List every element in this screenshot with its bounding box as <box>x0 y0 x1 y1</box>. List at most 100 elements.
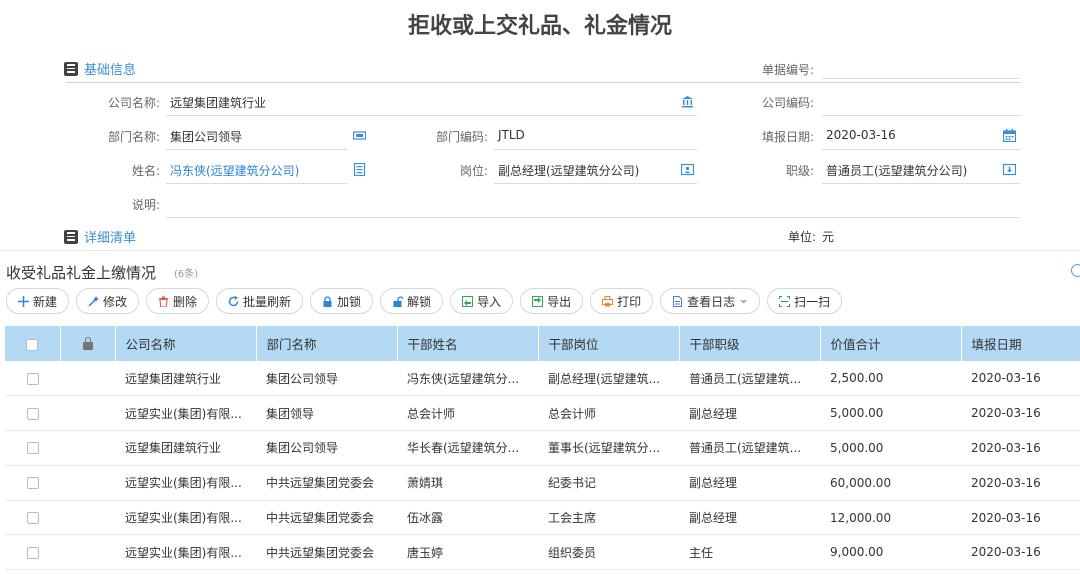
table-cell: 2020-03-16 <box>961 430 1080 466</box>
list-title: 收受礼品礼金上缴情况 <box>6 264 157 282</box>
export-icon <box>532 295 544 307</box>
table-cell: 远望实业(集团)有限... <box>115 465 256 501</box>
person-name-underline <box>166 183 347 184</box>
lock-icon <box>323 295 332 307</box>
page-title: 拒收或上交礼品、礼金情况 <box>407 14 672 39</box>
scan-button[interactable]: 扫一扫 <box>767 288 843 314</box>
row-lock-cell <box>60 465 115 501</box>
rank-picker-icon[interactable] <box>1003 163 1016 176</box>
column-header[interactable]: 干部姓名 <box>397 326 539 361</box>
table-cell: 2020-03-16 <box>961 361 1080 397</box>
list-icon <box>64 229 78 244</box>
unlock-button[interactable]: 解锁 <box>380 288 444 314</box>
doc-no-field[interactable] <box>822 78 1020 79</box>
column-header[interactable]: 部门名称 <box>256 326 398 361</box>
view-log-button[interactable]: 查看日志 <box>660 288 761 314</box>
dept-name-value[interactable]: 集团公司领导 <box>170 128 242 145</box>
remark-label: 说明: <box>131 198 160 212</box>
table-cell: 集团公司领导 <box>256 361 397 397</box>
list-icon <box>64 61 78 76</box>
table-cell: 12,000.00 <box>820 500 961 536</box>
table-row[interactable]: 远望集团建筑行业 集团公司领导 冯东侠(远望建筑分... 副总经理(远望建筑... 普通… <box>5 361 1080 397</box>
bank-icon[interactable] <box>681 95 694 108</box>
row-checkbox[interactable] <box>5 430 60 466</box>
table-row[interactable]: 远望实业(集团)有限... 中共远望集团党委会 伍冰露 工会主席 副总经理 12,000.… <box>5 500 1080 536</box>
edit-button-label: 修改 <box>103 294 128 309</box>
print-button[interactable]: 打印 <box>590 288 654 314</box>
person-name-label: 姓名: <box>131 164 160 178</box>
org-icon[interactable] <box>353 129 366 142</box>
table-cell: 总会计师 <box>538 395 679 432</box>
lock-button[interactable]: 加锁 <box>310 288 374 314</box>
dept-name-label: 部门名称: <box>107 130 160 144</box>
remark-field[interactable] <box>166 217 1020 218</box>
unit-label: 单位: <box>787 230 816 244</box>
company-name-label: 公司名称: <box>107 96 160 110</box>
position-label: 岗位: <box>459 164 488 178</box>
dept-code-value[interactable]: JTLD <box>498 128 525 142</box>
table-row[interactable]: 远望实业(集团)有限... 中共远望集团党委会 唐玉婷 组织委员 主任 9,000.00 2… <box>5 534 1080 571</box>
delete-button-label: 删除 <box>173 294 198 309</box>
fill-date-label: 填报日期: <box>761 130 814 144</box>
scan-icon <box>779 295 791 307</box>
column-header[interactable]: 公司名称 <box>115 326 257 361</box>
position-underline <box>494 183 697 184</box>
help-icon[interactable] <box>1071 264 1080 277</box>
column-header[interactable]: 干部职级 <box>679 326 821 361</box>
dept-code-underline <box>494 149 697 150</box>
export-button[interactable]: 导出 <box>520 288 584 314</box>
row-lock-cell <box>60 395 115 432</box>
calendar-icon[interactable] <box>1003 129 1016 142</box>
edit-button[interactable]: 修改 <box>76 288 140 314</box>
new-button-label: 新建 <box>33 294 58 309</box>
magic-wand-icon <box>88 295 100 307</box>
company-code-label: 公司编码: <box>761 96 814 110</box>
section-basic-info-label: 基础信息 <box>84 63 137 78</box>
chevron-down-icon <box>739 299 748 304</box>
table-cell: 组织委员 <box>538 534 679 571</box>
table-row[interactable]: 远望实业(集团)有限... 中共远望集团党委会 萧婧琪 纪委书记 副总经理 60,000.… <box>5 465 1080 501</box>
row-checkbox[interactable] <box>5 395 60 432</box>
id-card-icon[interactable] <box>681 163 694 176</box>
batch-refresh-button[interactable]: 批量刷新 <box>216 288 304 314</box>
row-checkbox[interactable] <box>5 534 60 571</box>
delete-button[interactable]: 删除 <box>146 288 210 314</box>
row-lock-cell <box>60 430 115 466</box>
table-cell: 60,000.00 <box>820 465 961 501</box>
table-row[interactable]: 远望实业(集团)有限... 集团领导 总会计师 总会计师 副总经理 5,000.00 202… <box>5 395 1080 432</box>
person-name-value[interactable]: 冯东侠(远望建筑分公司) <box>170 162 299 179</box>
fill-date-value[interactable]: 2020-03-16 <box>826 128 896 142</box>
scan-button-label: 扫一扫 <box>794 294 831 309</box>
import-button-label: 导入 <box>477 294 502 309</box>
column-header[interactable]: 价值合计 <box>820 326 962 361</box>
table-row[interactable]: 远望集团建筑行业 集团公司领导 华长春(远望建筑分... 董事长(远望建筑分... 普通… <box>5 430 1080 466</box>
table-header-row: 公司名称 部门名称 干部姓名 干部岗位 干部职级 价值合计 填报日期 <box>5 326 1080 361</box>
table-cell: 纪委书记 <box>538 465 679 501</box>
row-lock-cell <box>60 361 115 397</box>
import-button[interactable]: 导入 <box>450 288 514 314</box>
table-cell: 5,000.00 <box>820 395 961 432</box>
print-button-label: 打印 <box>617 294 642 309</box>
list-divider <box>0 250 1080 251</box>
table-cell: 中共远望集团党委会 <box>256 500 397 536</box>
new-button[interactable]: 新建 <box>6 288 70 314</box>
company-name-value[interactable]: 远望集团建筑行业 <box>170 94 266 111</box>
contact-card-icon[interactable] <box>353 163 366 176</box>
column-header[interactable]: 干部岗位 <box>538 326 680 361</box>
table-cell: 普通员工(远望建筑... <box>679 361 820 397</box>
rank-label: 职级: <box>785 164 814 178</box>
unit-value: 元 <box>822 230 835 244</box>
rank-value[interactable]: 普通员工(远望建筑分公司) <box>826 162 967 179</box>
export-button-label: 导出 <box>547 294 572 309</box>
plus-icon <box>18 295 29 307</box>
position-value[interactable]: 副总经理(远望建筑分公司) <box>498 162 639 179</box>
table-cell: 副总经理 <box>679 500 820 536</box>
company-code-field[interactable] <box>822 115 1020 116</box>
row-checkbox[interactable] <box>5 361 60 397</box>
row-checkbox[interactable] <box>5 465 60 501</box>
row-checkbox[interactable] <box>5 500 60 536</box>
row-lock-cell <box>60 500 115 536</box>
select-all-checkbox[interactable] <box>5 326 61 361</box>
table-cell: 唐玉婷 <box>397 534 538 571</box>
column-header[interactable]: 填报日期 <box>961 326 1080 361</box>
